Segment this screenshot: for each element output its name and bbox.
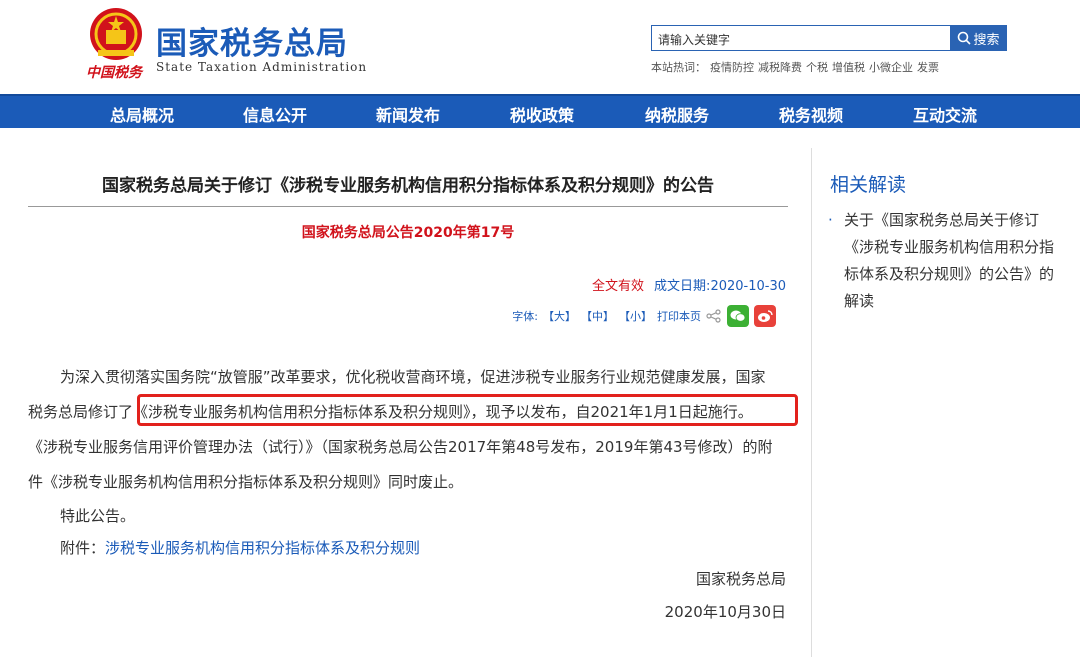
hot-word-link[interactable]: 减税降费 [758, 61, 802, 74]
title-divider [28, 206, 788, 207]
logo-calligraphy: 中国税务 [86, 65, 142, 81]
site-title[interactable]: 国家税务总局 [156, 18, 348, 63]
font-small-button[interactable]: 【小】 [619, 308, 652, 324]
article-paragraph: 为深入贯彻落实国务院“放管服”改革要求，优化税收营商环境，促进涉税专业服务行业规… [28, 366, 790, 493]
nav-item-disclosure[interactable]: 信息公开 [243, 102, 307, 126]
main-nav: 总局概况 信息公开 新闻发布 税收政策 纳税服务 税务视频 互动交流 [0, 94, 1080, 128]
hot-word-link[interactable]: 增值税 [832, 61, 865, 74]
share-icon[interactable] [706, 309, 722, 323]
document-number: 国家税务总局公告2020年第17号 [301, 225, 515, 241]
search-button-label: 搜索 [973, 32, 1000, 48]
search-icon [958, 31, 972, 45]
font-medium-button[interactable]: 【中】 [581, 308, 614, 324]
hot-word-link[interactable]: 发票 [917, 61, 939, 74]
font-large-button[interactable]: 【大】 [543, 308, 576, 324]
search-button[interactable]: 搜索 [950, 25, 1007, 51]
hot-word-link[interactable]: 小微企业 [869, 61, 913, 74]
hot-words-label: 本站热词： [651, 61, 706, 74]
site-header: 中国税务 国家税务总局 State Taxation Administratio… [0, 0, 1080, 94]
sidebar-divider [811, 148, 812, 657]
closing-text: 特此公告。 [60, 507, 136, 525]
attachment-row: 附件：涉税专业服务机构信用积分指标体系及积分规则 [60, 537, 420, 559]
article-meta: 全文有效 成文日期:2020-10-30 [592, 275, 786, 294]
attachment-link[interactable]: 涉税专业服务机构信用积分指标体系及积分规则 [105, 539, 420, 557]
signer: 国家税务总局 [695, 570, 786, 588]
hot-word-link[interactable]: 疫情防控 [710, 61, 754, 74]
validity-status: 全文有效 [592, 279, 645, 294]
paragraph-line: 件《涉税专业服务机构信用积分指标体系及积分规则》同时废止。 [28, 473, 464, 491]
article-title: 国家税务总局关于修订《涉税专业服务机构信用积分指标体系及积分规则》的公告 [102, 176, 714, 196]
nav-item-interaction[interactable]: 互动交流 [913, 102, 977, 126]
article-tools: 字体: 【大】 【中】 【小】 打印本页 [512, 305, 776, 327]
print-button[interactable]: 打印本页 [657, 308, 701, 324]
sidebar-item-label: 关于《国家税务总局关于修订《涉税专业服务机构信用积分指标体系及积分规则》的公告》… [844, 211, 1055, 310]
nav-item-overview[interactable]: 总局概况 [110, 102, 174, 126]
date-label: 成文日期: [654, 279, 711, 294]
bullet-icon: · [828, 211, 833, 229]
attachment-label: 附件： [60, 539, 106, 557]
paragraph-line: 《涉税专业服务信用评价管理办法（试行）》（国家税务总局公告2017年第48号发布… [28, 438, 773, 456]
search-input[interactable]: 请输入关键字 [651, 25, 951, 51]
paragraph-line: 为深入贯彻落实国务院“放管服”改革要求，优化税收营商环境，促进涉税专业服务行业规… [60, 368, 766, 386]
sidebar-related-link[interactable]: · 关于《国家税务总局关于修订《涉税专业服务机构信用积分指标体系及积分规则》的公… [828, 207, 1068, 315]
sidebar-title: 相关解读 [830, 174, 907, 196]
site-subtitle-en: State Taxation Administration [156, 60, 368, 74]
article-date: 2020-10-30 [710, 279, 786, 294]
sign-date: 2020年10月30日 [664, 603, 786, 621]
nav-item-policy[interactable]: 税收政策 [510, 102, 574, 126]
nav-item-video[interactable]: 税务视频 [779, 102, 843, 126]
hot-word-link[interactable]: 个税 [806, 61, 828, 74]
weibo-share-icon[interactable] [754, 305, 776, 327]
nav-item-news[interactable]: 新闻发布 [376, 102, 440, 126]
nav-item-service[interactable]: 纳税服务 [645, 102, 709, 126]
national-emblem-logo[interactable] [86, 6, 146, 66]
wechat-share-icon[interactable] [727, 305, 749, 327]
font-size-label: 字体: [512, 310, 538, 323]
highlight-annotation-box [137, 394, 798, 426]
hot-words: 本站热词： 疫情防控 减税降费 个税 增值税 小微企业 发票 [651, 59, 943, 75]
